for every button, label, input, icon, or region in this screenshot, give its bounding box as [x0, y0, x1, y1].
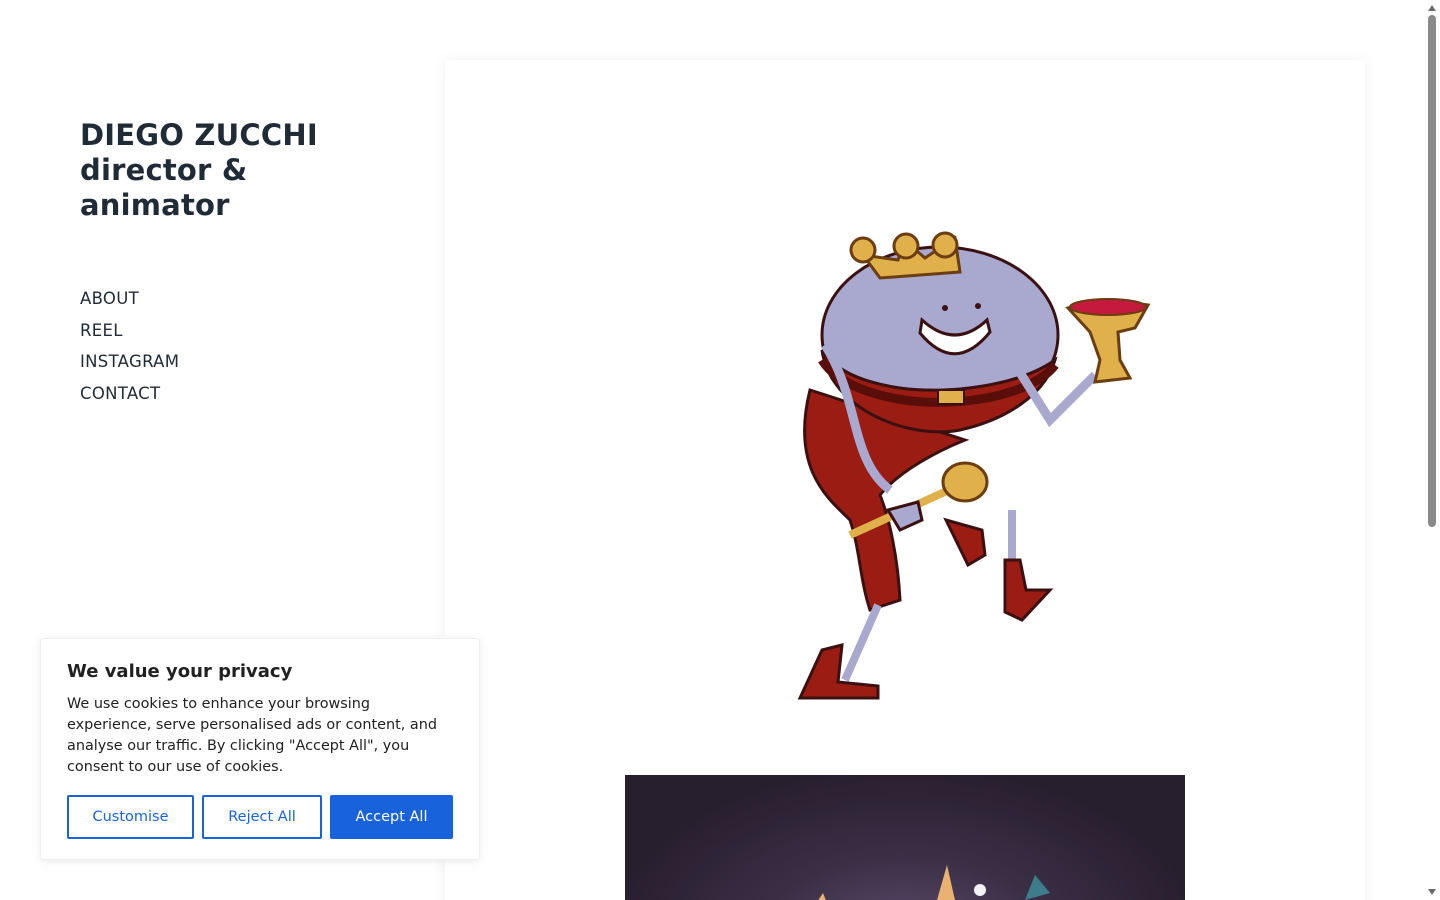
scroll-thumb[interactable] — [1428, 15, 1436, 527]
gallery-card — [445, 60, 1365, 900]
cookie-buttons: Customise Reject All Accept All — [67, 795, 453, 839]
nav-item-instagram[interactable]: INSTAGRAM — [80, 346, 179, 378]
site-title-line-2: director & — [80, 153, 248, 187]
cookie-description: We use cookies to enhance your browsing … — [67, 696, 437, 775]
reject-all-button[interactable]: Reject All — [202, 795, 322, 839]
customise-button[interactable]: Customise — [67, 795, 194, 839]
main-nav: ABOUT REEL INSTAGRAM CONTACT — [80, 283, 179, 409]
scroll-down-icon[interactable] — [1428, 889, 1436, 895]
cookie-banner: We value your privacy We use cookies to … — [40, 638, 480, 860]
scroll-up-icon[interactable] — [1428, 5, 1436, 11]
dark-illustration-shapes — [818, 865, 1050, 900]
king-illustration[interactable] — [750, 220, 1170, 710]
accept-all-button[interactable]: Accept All — [330, 795, 453, 839]
cookie-title: We value your privacy — [67, 661, 293, 682]
page-scrollbar[interactable] — [1425, 0, 1440, 900]
nav-item-about[interactable]: ABOUT — [80, 283, 179, 315]
dark-illustration[interactable] — [625, 775, 1185, 900]
nav-item-contact[interactable]: CONTACT — [80, 378, 179, 410]
site-title-line-3: animator — [80, 188, 230, 222]
nav-item-reel[interactable]: REEL — [80, 315, 179, 347]
site-title[interactable]: DIEGO ZUCCHI director & animator — [80, 118, 380, 223]
site-title-line-1: DIEGO ZUCCHI — [80, 118, 318, 152]
